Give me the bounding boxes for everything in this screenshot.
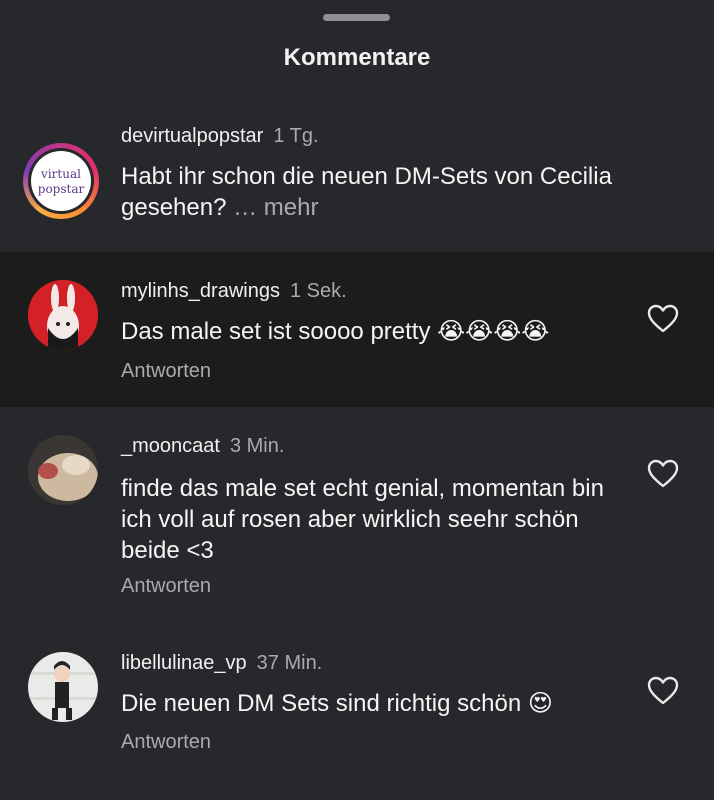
timestamp: 37 Min. [256, 652, 323, 674]
comment-item: _mooncaat 3 Min. finde das male set echt … [0, 407, 714, 627]
username[interactable]: _mooncaat [121, 435, 220, 457]
caption-text: Habt ihr schon die neuen DM-Sets von Cec… [121, 161, 621, 223]
heart-icon[interactable] [647, 304, 679, 334]
timestamp: 1 Tg. [273, 125, 319, 147]
more-link[interactable]: … mehr [226, 194, 318, 221]
reply-button[interactable]: Antworten [121, 575, 211, 598]
timestamp: 3 Min. [229, 435, 285, 457]
comment-text: Das male set ist soooo pretty 😭😭😭😭 [121, 316, 621, 347]
timestamp: 1 Sek. [289, 280, 347, 302]
avatar[interactable] [28, 435, 98, 505]
drag-handle[interactable] [323, 14, 390, 21]
username[interactable]: libellulinae_vp [121, 652, 247, 674]
reply-button[interactable]: Antworten [121, 360, 211, 383]
heart-eyes-emoji: 😍 [527, 690, 553, 717]
caption-body: Habt ihr schon die neuen DM-Sets von Cec… [121, 163, 612, 221]
avatar[interactable]: virtual popstar [23, 143, 99, 219]
avatar-image [28, 280, 98, 350]
reply-button[interactable]: Antworten [121, 731, 211, 754]
avatar-image [28, 435, 98, 505]
comment-item: mylinhs_drawings 1 Sek. Das male set ist … [0, 252, 714, 407]
heart-icon[interactable] [647, 676, 679, 706]
page-title: Kommentare [283, 44, 431, 71]
avatar-image [28, 652, 98, 722]
logo-text-1: virtual [40, 167, 81, 181]
avatar[interactable] [28, 280, 98, 350]
comment-item: libellulinae_vp 37 Min. Die neuen DM Sets… [0, 627, 714, 800]
comment-body: Das male set ist soooo pretty [121, 318, 438, 345]
logo-text-2: popstar [38, 182, 85, 196]
virtual-popstar-logo: virtual popstar [28, 148, 94, 214]
heart-icon[interactable] [647, 459, 679, 489]
username[interactable]: devirtualpopstar [121, 125, 263, 147]
comment-body: Die neuen DM Sets sind richtig schön [121, 690, 528, 717]
post-caption: virtual popstar devirtualpopstar 1 Tg. Ha… [0, 108, 714, 252]
crying-emoji: 😭😭😭😭 [437, 318, 550, 345]
avatar[interactable] [28, 652, 98, 722]
comment-text: finde das male set echt genial, momentan… [121, 475, 604, 564]
comment-text: Die neuen DM Sets sind richtig schön 😍 [121, 688, 621, 719]
username[interactable]: mylinhs_drawings [121, 280, 280, 302]
